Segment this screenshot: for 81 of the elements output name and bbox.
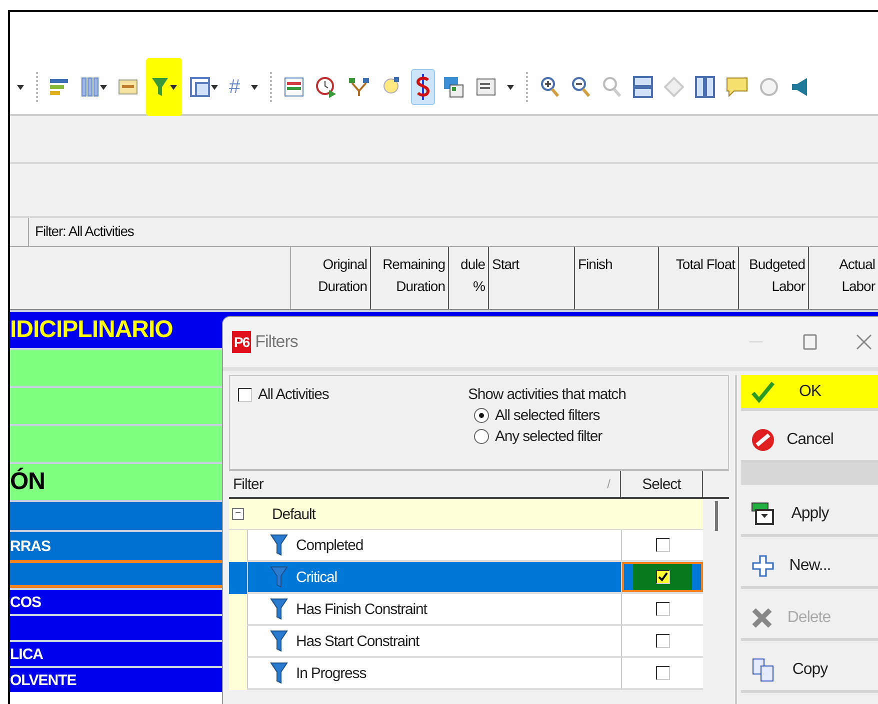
sort-mark: /	[607, 477, 610, 491]
zoom-out-icon	[571, 76, 592, 98]
radio-label[interactable]: Any selected filter	[495, 428, 602, 445]
select-checkbox[interactable]	[656, 538, 670, 552]
column-header[interactable]: Actual Labor	[809, 247, 878, 309]
all-activities-checkbox[interactable]: All Activities	[238, 386, 468, 403]
caret-icon	[211, 84, 218, 90]
collapse-toggle[interactable]: −	[232, 508, 244, 520]
table-icon	[118, 78, 138, 96]
no-entry-icon	[751, 428, 775, 452]
column-header[interactable]: Total Float	[659, 247, 739, 309]
filter-row[interactable]: Has Finish Constraint	[247, 594, 621, 626]
activity-name: COS	[10, 594, 42, 610]
check-icon	[658, 572, 668, 582]
match-label: Show activities that match	[468, 386, 626, 403]
filter-row[interactable]: In Progress	[247, 658, 621, 690]
filter-row[interactable]: Critical	[247, 562, 621, 594]
caret-icon	[17, 84, 24, 90]
plus-icon	[751, 554, 775, 578]
window-icon	[476, 78, 496, 96]
rows-icon	[633, 76, 654, 98]
maximize-icon	[803, 334, 817, 350]
funnel-icon	[270, 598, 288, 620]
checkmark-icon	[751, 380, 775, 402]
ok-button[interactable]: OK	[741, 375, 878, 411]
caret-icon	[507, 84, 514, 90]
dollar-line-icon	[414, 74, 432, 100]
column-header[interactable]: Original Duration	[291, 247, 371, 309]
copy-icon	[751, 658, 775, 682]
filter-tool-button[interactable]	[146, 58, 182, 116]
funnel-icon	[270, 662, 288, 684]
zoom-icon	[602, 76, 622, 98]
bars-icon	[50, 78, 70, 96]
network-icon	[348, 76, 370, 98]
layout-icon	[190, 77, 210, 97]
radio-button[interactable]	[474, 408, 489, 423]
column-header[interactable]: Budgeted Labor	[739, 247, 809, 309]
filter-row[interactable]: Completed	[247, 530, 621, 562]
activity-name: OLVENTE	[10, 672, 76, 688]
column-header[interactable]: Remaining Duration	[371, 247, 449, 309]
dialog-title: Filters	[255, 332, 299, 352]
activity-name: ÓN	[10, 468, 45, 496]
grid-icon	[284, 77, 304, 97]
radio-button[interactable]	[474, 429, 489, 444]
zoom-in-icon	[540, 76, 560, 98]
cost-tool-button[interactable]	[411, 69, 436, 105]
select-checkbox[interactable]	[656, 570, 670, 584]
column-header[interactable]: dule %	[449, 247, 489, 309]
cross-icon	[751, 606, 773, 628]
panes-icon	[695, 76, 716, 98]
column-header[interactable]: Select	[621, 471, 703, 497]
caret-icon	[170, 84, 177, 90]
comment-icon	[726, 77, 748, 97]
column-header[interactable]: Finish	[575, 247, 659, 309]
app-logo: P6	[232, 331, 252, 353]
funnel-icon	[270, 630, 288, 652]
filter-label: Filter: All Activities	[34, 222, 135, 241]
row-gutter	[229, 562, 247, 594]
group-row[interactable]: − Default	[229, 499, 703, 530]
funnel-icon	[270, 534, 288, 556]
caret-icon	[251, 84, 258, 90]
activity-name: LICA	[10, 646, 43, 662]
filter-row[interactable]: Has Start Constraint	[247, 626, 621, 658]
column-header[interactable]: Filter /	[229, 471, 621, 497]
columns-icon	[81, 77, 99, 97]
checkbox[interactable]	[238, 388, 252, 402]
apply-icon	[751, 502, 775, 526]
diamond-icon	[664, 77, 684, 97]
scrollbar-thumb[interactable]	[714, 501, 718, 531]
select-checkbox[interactable]	[656, 634, 670, 648]
column-header[interactable]: Start	[489, 247, 575, 309]
monitor-icon	[443, 76, 466, 98]
activity-name: IDICIPLINARIO	[10, 316, 173, 344]
select-checkbox[interactable]	[656, 666, 670, 680]
select-checkbox[interactable]	[656, 602, 670, 616]
radio-label[interactable]: All selected filters	[495, 407, 600, 424]
funnel-icon	[151, 77, 169, 97]
caret-icon	[100, 84, 107, 90]
activity-name: RRAS	[10, 538, 51, 554]
funnel-icon	[270, 566, 288, 588]
close-icon	[856, 334, 872, 350]
